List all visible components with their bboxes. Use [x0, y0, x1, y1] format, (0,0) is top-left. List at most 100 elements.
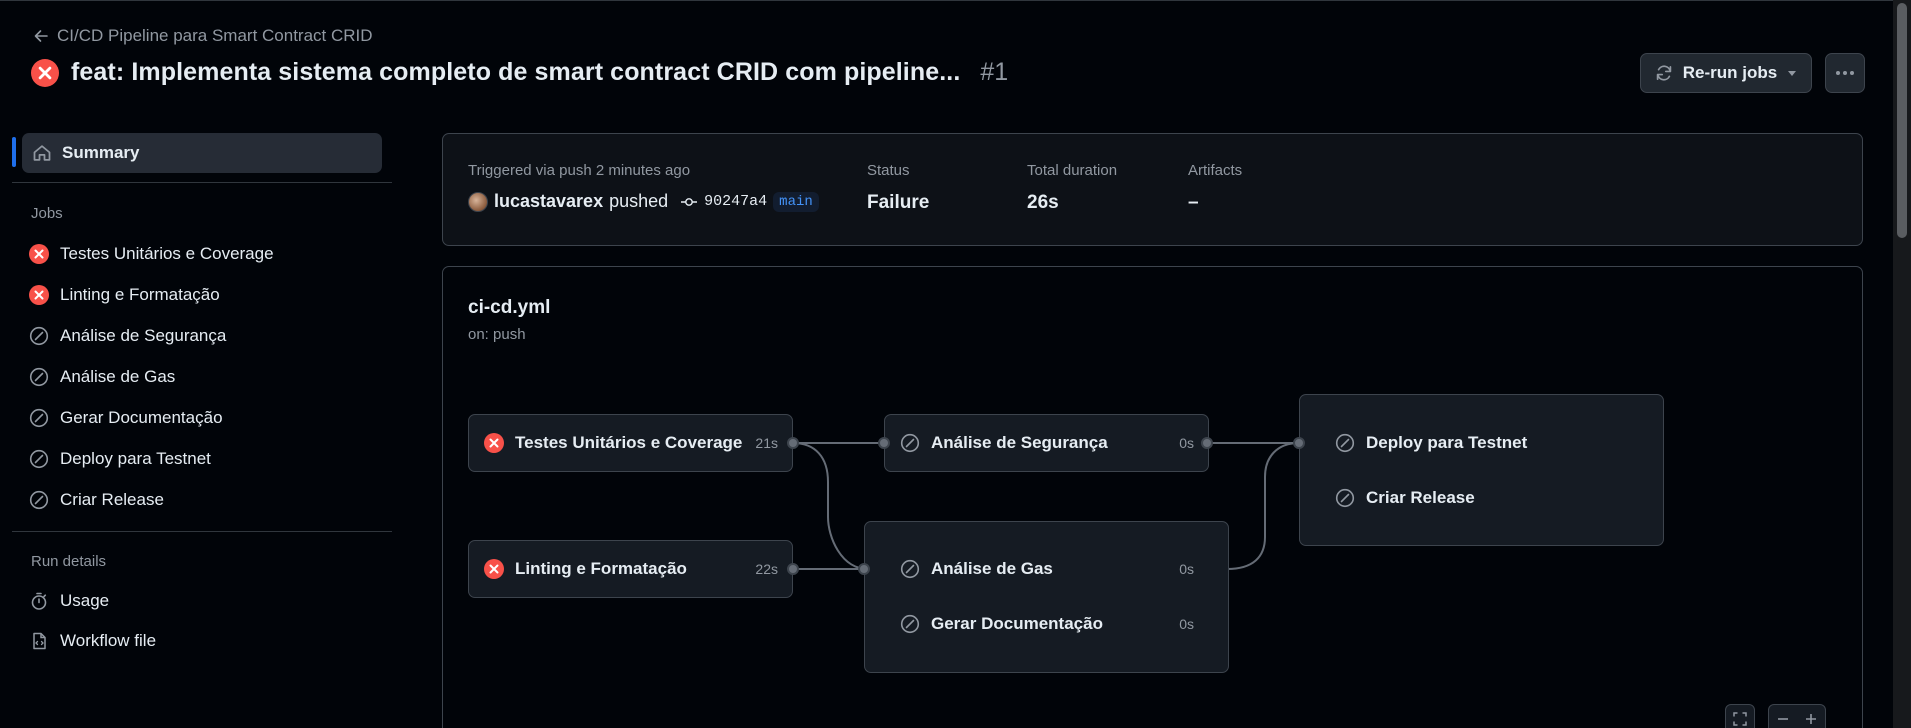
sidebar-item-summary[interactable]: Summary	[22, 133, 382, 173]
connector-dot	[787, 437, 799, 449]
connector-gas-deploy	[1226, 442, 1300, 570]
push-action: pushed	[609, 191, 669, 211]
job-duration: 0s	[1179, 616, 1194, 632]
failure-icon	[29, 285, 49, 305]
run-details-heading: Run details	[31, 553, 107, 570]
job-node-row[interactable]: Análise de Segurança	[900, 433, 1108, 453]
job-node-tests[interactable]: Testes Unitários e Coverage 21s	[468, 414, 793, 472]
job-node-security[interactable]: Análise de Segurança 0s	[884, 414, 1209, 472]
active-indicator	[12, 137, 16, 167]
job-group-gas-docs: Análise de Gas 0s Gerar Documentação 0s	[864, 521, 1229, 673]
branch-badge[interactable]: main	[773, 191, 819, 212]
sidebar-job-testes[interactable]: Testes Unitários e Coverage	[29, 239, 274, 269]
connector-dot	[1293, 437, 1305, 449]
skipped-icon	[1335, 488, 1355, 508]
sidebar-item-label: Workflow file	[60, 631, 157, 650]
skipped-icon	[900, 559, 920, 579]
connector-dot	[787, 563, 799, 575]
job-node-label: Análise de Segurança	[931, 433, 1108, 452]
stopwatch-icon	[31, 592, 47, 610]
sidebar-job-label: Deploy para Testnet	[60, 449, 211, 468]
failure-icon	[31, 58, 59, 87]
run-number: #1	[980, 58, 1009, 86]
page-title-row: feat: Implementa sistema completo de sma…	[31, 58, 1008, 87]
rerun-jobs-label: Re-run jobs	[1682, 63, 1778, 82]
connector-dot	[878, 437, 890, 449]
job-group-deploy-release: Deploy para Testnet Criar Release	[1299, 394, 1664, 546]
failure-icon	[29, 244, 49, 264]
sidebar-divider	[12, 182, 392, 183]
run-summary-card: Triggered via push 2 minutes ago lucasta…	[442, 133, 1863, 246]
sidebar-job-label: Análise de Segurança	[60, 326, 227, 345]
zoom-controls	[1768, 704, 1826, 728]
skipped-icon	[1335, 433, 1355, 453]
commit-sha[interactable]: 90247a4	[680, 193, 767, 210]
more-options-button[interactable]	[1825, 53, 1865, 93]
sidebar-divider	[12, 531, 392, 532]
status-label: Status	[867, 162, 910, 179]
job-node-label: Linting e Formatação	[515, 559, 687, 578]
job-node-label: Gerar Documentação	[931, 614, 1103, 633]
status-value: Failure	[867, 192, 930, 213]
rerun-jobs-button[interactable]: Re-run jobs	[1640, 53, 1812, 93]
sidebar-item-label: Usage	[60, 591, 110, 610]
duration-value: 26s	[1027, 192, 1059, 213]
job-node-row[interactable]: Linting e Formatação	[484, 559, 687, 579]
sidebar-job-release[interactable]: Criar Release	[29, 485, 164, 515]
failure-icon	[484, 559, 504, 579]
job-node-label: Testes Unitários e Coverage	[515, 433, 743, 452]
page-title: feat: Implementa sistema completo de sma…	[71, 58, 961, 86]
jobs-heading: Jobs	[31, 205, 63, 222]
job-node-label: Análise de Gas	[931, 559, 1053, 578]
job-node-release[interactable]: Criar Release	[1335, 488, 1475, 508]
job-node-docs[interactable]: Gerar Documentação	[900, 614, 1103, 634]
job-node-lint[interactable]: Linting e Formatação 22s	[468, 540, 793, 598]
workflow-graph-card: ci-cd.yml on: push Testes Unitários e Co…	[442, 266, 1863, 728]
sidebar-item-usage[interactable]: Usage	[29, 586, 109, 616]
artifacts-value: –	[1188, 192, 1199, 213]
fullscreen-button[interactable]	[1725, 704, 1755, 728]
sidebar-item-workflow-file[interactable]: Workflow file	[29, 626, 156, 656]
skipped-icon	[900, 433, 920, 453]
avatar[interactable]	[468, 191, 488, 212]
job-node-deploy[interactable]: Deploy para Testnet	[1335, 433, 1527, 453]
job-node-gas[interactable]: Análise de Gas	[900, 559, 1053, 579]
sidebar-job-label: Linting e Formatação	[60, 285, 220, 304]
sync-icon	[1656, 65, 1672, 81]
job-duration: 22s	[755, 561, 778, 577]
zoom-out-icon[interactable]	[1776, 712, 1790, 726]
job-duration: 0s	[1179, 561, 1194, 577]
back-to-workflow-link[interactable]: CI/CD Pipeline para Smart Contract CRID	[33, 26, 373, 46]
sidebar-job-seguranca[interactable]: Análise de Segurança	[29, 321, 226, 351]
file-code-icon	[33, 632, 46, 650]
kebab-horizontal-icon	[1836, 71, 1854, 75]
connector-dot	[1201, 437, 1213, 449]
duration-label: Total duration	[1027, 162, 1118, 179]
job-node-row[interactable]: Testes Unitários e Coverage	[484, 433, 742, 453]
sidebar-job-label: Análise de Gas	[60, 367, 176, 386]
scrollbar-thumb[interactable]	[1897, 3, 1907, 238]
job-duration: 0s	[1179, 435, 1194, 451]
workflow-name[interactable]: CI/CD Pipeline para Smart Contract CRID	[57, 26, 373, 46]
trigger-details: lucastavarex pushed 90247a4 main	[468, 191, 819, 212]
sidebar-job-label: Testes Unitários e Coverage	[60, 244, 274, 263]
sidebar-job-label: Criar Release	[60, 490, 164, 509]
sidebar-job-documentacao[interactable]: Gerar Documentação	[29, 403, 223, 433]
skipped-icon	[29, 490, 49, 510]
job-node-label: Deploy para Testnet	[1366, 433, 1528, 452]
job-duration: 21s	[755, 435, 778, 451]
top-border	[0, 0, 1911, 1]
sidebar-job-deploy[interactable]: Deploy para Testnet	[29, 444, 211, 474]
git-commit-icon	[681, 197, 698, 206]
arrow-left-icon	[34, 30, 48, 42]
actor-username[interactable]: lucastavarex	[494, 191, 603, 212]
screen-full-icon	[1733, 712, 1747, 726]
trigger-label: Triggered via push 2 minutes ago	[468, 162, 691, 179]
connector-tests-gas	[792, 442, 869, 570]
sidebar-job-linting[interactable]: Linting e Formatação	[29, 280, 220, 310]
artifacts-label: Artifacts	[1188, 162, 1243, 179]
failure-icon	[484, 433, 504, 453]
skipped-icon	[29, 326, 49, 346]
zoom-in-icon[interactable]	[1804, 712, 1818, 726]
sidebar-job-gas[interactable]: Análise de Gas	[29, 362, 175, 392]
